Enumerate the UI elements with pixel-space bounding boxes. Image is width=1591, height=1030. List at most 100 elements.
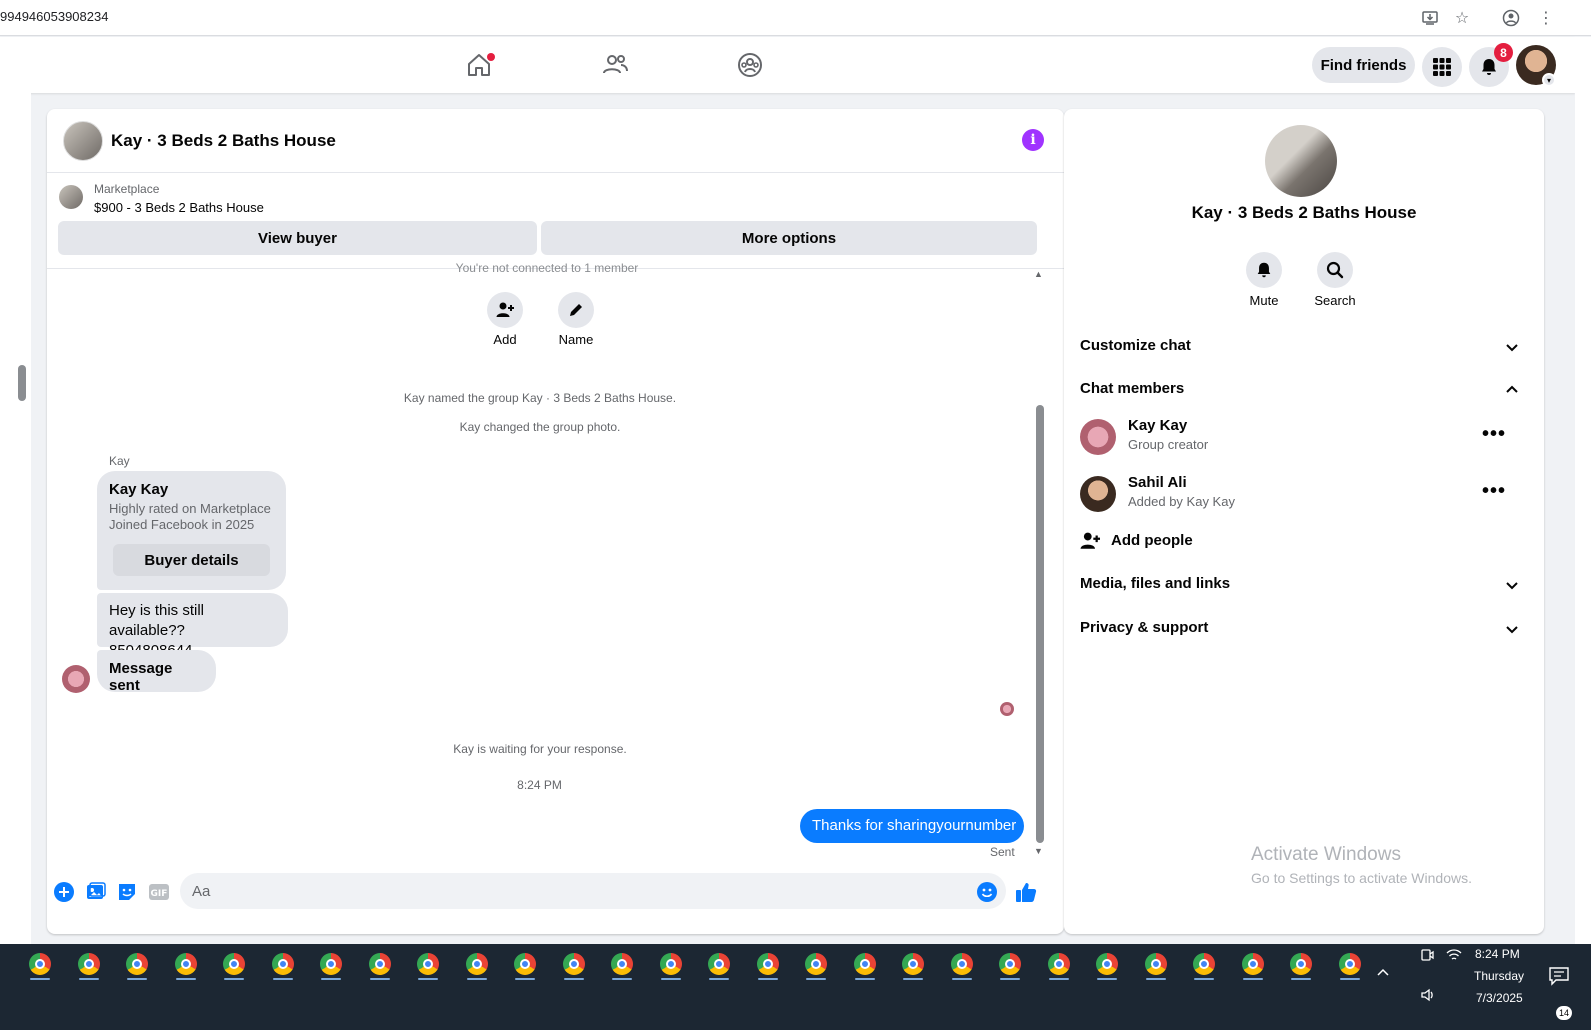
chevron-down-icon (1506, 626, 1518, 634)
groups-nav-button[interactable] (730, 47, 770, 83)
bell-icon (1257, 262, 1271, 278)
taskbar-chrome-app[interactable] (214, 946, 254, 982)
svg-text:GIF: GIF (151, 889, 168, 899)
media-files-row[interactable]: Media, files and links (1080, 575, 1528, 599)
taskbar-chrome-app[interactable] (1330, 946, 1370, 982)
my-message-bubble[interactable]: Thanks for sharingyournumber (800, 809, 1024, 843)
emoji-icon (977, 882, 997, 902)
group-photo[interactable] (63, 121, 103, 161)
chevron-up-icon[interactable] (1376, 966, 1390, 983)
view-buyer-button[interactable]: View buyer (58, 221, 537, 255)
taskbar-chrome-app[interactable] (311, 946, 351, 982)
scroll-down-arrow[interactable]: ▼ (1034, 846, 1043, 856)
name-group-button[interactable] (558, 292, 594, 328)
customize-chat-row[interactable]: Customize chat (1080, 337, 1528, 361)
member-row[interactable]: Kay Kay Group creator ••• (1080, 415, 1528, 463)
friends-icon (603, 55, 628, 74)
member-row[interactable]: Sahil Ali Added by Kay Kay ••• (1080, 472, 1528, 520)
taskbar-chrome-app[interactable] (1136, 946, 1176, 982)
taskbar-chrome-app[interactable] (699, 946, 739, 982)
taskbar-chrome-app[interactable] (505, 946, 545, 982)
listing-title[interactable]: $900 - 3 Beds 2 Baths House (94, 200, 264, 215)
more-icon[interactable]: ••• (1482, 423, 1506, 446)
sidebar-scroll-thumb[interactable] (18, 365, 26, 401)
taskbar-chrome-app[interactable] (408, 946, 448, 982)
buyer-name: Kay Kay (109, 481, 169, 498)
taskbar-chrome-app[interactable] (457, 946, 497, 982)
scroll-up-arrow[interactable]: ▲ (1034, 269, 1043, 279)
taskbar-chrome-app[interactable] (166, 946, 206, 982)
chat-scroll-thumb[interactable] (1036, 405, 1044, 843)
clock-time[interactable]: 8:24 PM (1475, 947, 1520, 961)
message-bubble[interactable]: Message sent (97, 650, 216, 694)
running-indicator (30, 978, 50, 980)
message-input[interactable] (180, 873, 1006, 909)
volume-icon[interactable] (1420, 988, 1436, 1005)
taskbar-chrome-app[interactable] (845, 946, 885, 982)
bell-icon (1482, 59, 1496, 75)
attach-photo-button[interactable] (85, 881, 107, 903)
network-icon[interactable] (1446, 948, 1462, 965)
like-button[interactable] (1015, 881, 1037, 903)
notifications-button[interactable]: 8 (1469, 43, 1513, 87)
chrome-icon (611, 953, 633, 975)
taskbar-chrome-app[interactable] (602, 946, 642, 982)
group-photo-large[interactable] (1265, 125, 1337, 197)
add-member-button[interactable] (487, 292, 523, 328)
more-options-button[interactable]: More options (541, 221, 1037, 255)
taskbar-chrome-app[interactable] (117, 946, 157, 982)
taskbar-chrome-app[interactable] (942, 946, 982, 982)
chat-title[interactable]: Kay · 3 Beds 2 Baths House (111, 131, 336, 151)
find-friends-button[interactable]: Find friends (1312, 47, 1415, 83)
more-actions-button[interactable] (53, 881, 75, 903)
emoji-button[interactable] (976, 881, 998, 903)
taskbar-chrome-app[interactable] (893, 946, 933, 982)
groups-icon (738, 53, 762, 77)
chevron-down-icon (1506, 344, 1518, 352)
taskbar-chrome-app[interactable] (69, 946, 109, 982)
notification-center-icon[interactable] (1548, 966, 1572, 986)
buyer-details-button[interactable]: Buyer details (113, 544, 270, 576)
taskbar-chrome-app[interactable] (990, 946, 1030, 982)
add-people-row[interactable]: Add people (1080, 531, 1528, 555)
url-text[interactable]: 994946053908234 (0, 9, 108, 24)
chrome-icon (1096, 953, 1118, 975)
sender-avatar[interactable] (62, 665, 90, 693)
privacy-support-row[interactable]: Privacy & support (1080, 619, 1528, 643)
message-bubble[interactable]: Hey is this still available?? 8504808644 (97, 593, 288, 659)
taskbar-chrome-app[interactable] (748, 946, 788, 982)
more-icon[interactable]: ••• (1482, 480, 1506, 503)
taskbar-chrome-app[interactable] (1233, 946, 1273, 982)
window-scrollbar[interactable] (1575, 37, 1591, 944)
taskbar-chrome-app[interactable] (651, 946, 691, 982)
taskbar-chrome-app[interactable] (554, 946, 594, 982)
meet-now-icon[interactable] (1420, 948, 1434, 965)
taskbar-chrome-app[interactable] (263, 946, 303, 982)
activate-subtitle: Go to Settings to activate Windows. (1251, 870, 1472, 886)
mute-label: Mute (1249, 293, 1279, 308)
mute-button[interactable] (1246, 252, 1282, 288)
home-nav-button[interactable] (459, 47, 499, 83)
taskbar-chrome-app[interactable] (1087, 946, 1127, 982)
taskbar-chrome-app[interactable] (1281, 946, 1321, 982)
sticker-button[interactable] (116, 881, 138, 903)
profile-icon[interactable] (1499, 6, 1523, 30)
taskbar-chrome-app[interactable] (360, 946, 400, 982)
taskbar-chrome-app[interactable] (796, 946, 836, 982)
kebab-menu-icon[interactable]: ⋮ (1534, 6, 1558, 30)
gif-button[interactable]: GIF (148, 881, 170, 903)
activate-title: Activate Windows (1251, 844, 1401, 865)
info-icon[interactable]: i (1022, 129, 1044, 151)
taskbar-chrome-app[interactable] (20, 946, 60, 982)
taskbar-chrome-app[interactable] (1039, 946, 1079, 982)
install-icon[interactable] (1418, 6, 1442, 30)
search-button[interactable] (1317, 252, 1353, 288)
chrome-icon (77, 953, 100, 975)
taskbar-chrome-app[interactable] (1184, 946, 1224, 982)
chat-members-row[interactable]: Chat members (1080, 380, 1528, 404)
clock-day: Thursday (1474, 969, 1525, 983)
bookmark-star-icon[interactable]: ☆ (1450, 6, 1474, 30)
menu-grid-button[interactable] (1422, 47, 1462, 87)
friends-nav-button[interactable] (595, 47, 635, 83)
chevron-down-icon[interactable]: ▾ (1542, 73, 1556, 87)
